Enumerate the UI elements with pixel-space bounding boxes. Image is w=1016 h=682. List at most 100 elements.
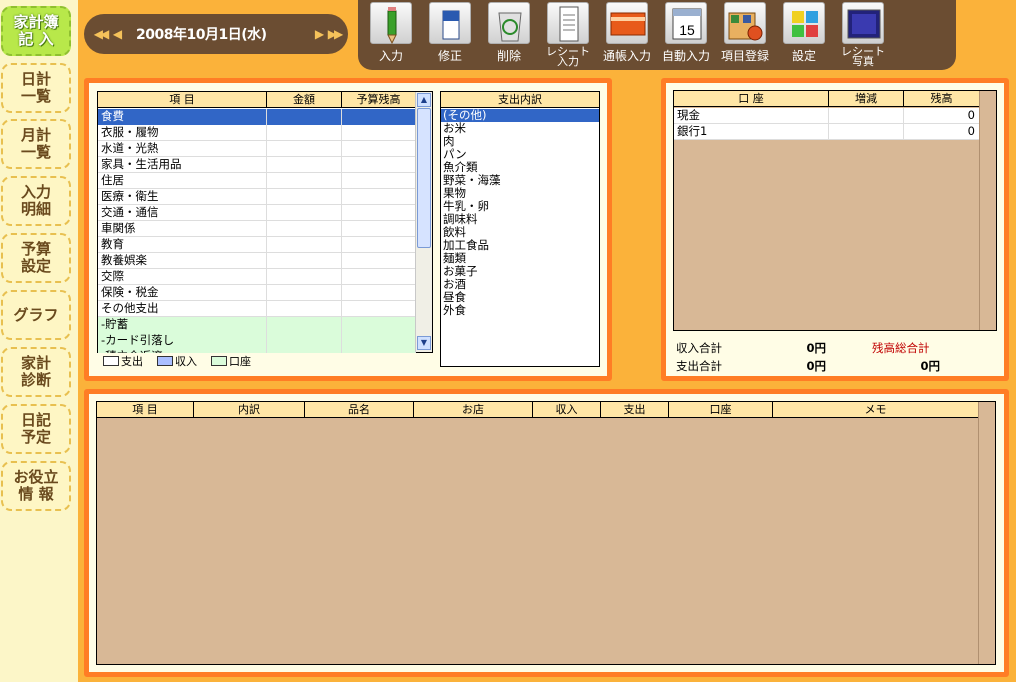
category-scrollbar[interactable]: ▲ ▼	[415, 92, 432, 352]
first-arrow-icon[interactable]: ◀◀	[92, 27, 109, 41]
column-header-budget-remaining[interactable]: 予算残高	[342, 92, 416, 108]
account-change	[829, 108, 904, 124]
column-header-product-name[interactable]: 品名	[305, 402, 414, 418]
category-row[interactable]: 食費	[98, 109, 416, 125]
income-total-row: 収入合計 0円 残高総合計	[676, 340, 996, 356]
category-row[interactable]: 家具・生活用品	[98, 157, 416, 173]
category-budget-remaining	[342, 221, 416, 237]
settings-label: 設定	[791, 49, 816, 63]
receipt-photo-label: レシート 写真	[841, 45, 885, 68]
category-legend: 支出 収入 口座	[99, 354, 251, 368]
scroll-up-icon[interactable]: ▲	[417, 93, 431, 107]
nav-tab-label: 予算 設定	[20, 240, 51, 275]
category-row[interactable]: 水道・光熱	[98, 141, 416, 157]
receipt-photo-button[interactable]: レシート 写真	[830, 0, 888, 70]
column-header-income[interactable]: 収入	[533, 402, 601, 418]
subcategory-item[interactable]: 外食	[441, 304, 599, 317]
category-row[interactable]: 車関係	[98, 221, 416, 237]
account-row[interactable]: 現金 0	[674, 108, 980, 124]
detail-panel: 項 目 内訳 品名 お店 収入 支出 口座 メモ	[84, 389, 1009, 677]
expense-total-label: 支出合計	[676, 359, 722, 373]
nav-tab-graph[interactable]: グラフ	[1, 290, 71, 340]
nav-tab-monthly-list[interactable]: 月計 一覧	[1, 119, 71, 169]
nav-tab-label: 日計 一覧	[20, 70, 51, 105]
input-label: 入力	[378, 49, 403, 63]
category-amount	[267, 237, 342, 253]
subcategory-list: 支出内訳 (その他) お米肉パン 魚介類 野菜・海藻 果物 牛乳・卵 調味料 飲料 加工食品 麺類…	[440, 91, 600, 367]
column-header-amount[interactable]: 金額	[267, 92, 342, 108]
legend-swatch-account	[211, 356, 227, 366]
prev-arrow-icon[interactable]: ◀	[108, 27, 124, 41]
nav-tab-budget-settings[interactable]: 予算 設定	[1, 233, 71, 283]
column-header-item[interactable]: 項 目	[98, 92, 267, 108]
column-header-expense[interactable]: 支出	[601, 402, 669, 418]
settings-button[interactable]: 設定	[771, 0, 829, 70]
item-register-button[interactable]: 項目登録	[712, 0, 770, 70]
entry-panel: 項 目 金額 予算残高 食費 衣服・履物 水道・光熱 家具・生活用品 住居 医療・衛生 交通…	[84, 78, 612, 381]
legend-swatch-income	[157, 356, 173, 366]
account-grid: 口 座 増減 残高 現金 0 銀行1 0	[673, 90, 997, 331]
column-header-account[interactable]: 口座	[669, 402, 773, 418]
category-row[interactable]: 保険・税金	[98, 285, 416, 301]
category-row[interactable]: 交通・通信	[98, 205, 416, 221]
category-label: 交通・通信	[98, 205, 267, 221]
column-header-store[interactable]: お店	[414, 402, 533, 418]
legend-label-expense: 支出	[121, 355, 143, 368]
category-label: -貯蓄	[98, 317, 267, 333]
column-header-breakdown[interactable]: 内訳	[194, 402, 305, 418]
next-arrow-icon[interactable]: ▶	[310, 27, 326, 41]
nav-tab-household-diagnosis[interactable]: 家計 診断	[1, 347, 71, 397]
scroll-thumb[interactable]	[417, 108, 431, 248]
category-row[interactable]: -貯蓄	[98, 317, 416, 333]
last-arrow-icon[interactable]: ▶▶	[326, 27, 343, 41]
column-header-memo[interactable]: メモ	[773, 402, 979, 418]
current-date: 2008年10月1日(水)	[136, 27, 267, 43]
category-budget-remaining	[342, 237, 416, 253]
nav-tab-input-details[interactable]: 入力 明細	[1, 176, 71, 226]
receipt-input-button[interactable]: レシート 入力	[535, 0, 593, 70]
category-row[interactable]: -カード引落し	[98, 333, 416, 349]
category-label: 医療・衛生	[98, 189, 267, 205]
eraser-icon	[429, 2, 471, 44]
category-row[interactable]: 教育	[98, 237, 416, 253]
category-row[interactable]: -積立金返済	[98, 349, 416, 353]
subcategory-item[interactable]: お米	[441, 122, 599, 135]
nav-tab-useful-info[interactable]: お役立 情 報	[1, 461, 71, 511]
category-row[interactable]: その他支出	[98, 301, 416, 317]
column-header-balance[interactable]: 残高	[904, 91, 980, 107]
category-row[interactable]: 医療・衛生	[98, 189, 416, 205]
category-budget-remaining	[342, 333, 416, 349]
nav-tab-household-entry[interactable]: 家計簿 記 入	[1, 6, 71, 56]
passbook-input-label: 通帳入力	[602, 49, 651, 63]
column-header-change[interactable]: 増減	[829, 91, 904, 107]
nav-tab-daily-list[interactable]: 日計 一覧	[1, 63, 71, 113]
scroll-down-icon[interactable]: ▼	[417, 336, 431, 350]
item-register-label: 項目登録	[720, 49, 769, 63]
passbook-input-button[interactable]: 通帳入力	[594, 0, 652, 70]
input-button[interactable]: 入力	[358, 0, 416, 70]
category-amount	[267, 285, 342, 301]
column-header-item[interactable]: 項 目	[97, 402, 194, 418]
calendar-icon: 15	[665, 2, 707, 44]
column-header-account[interactable]: 口 座	[674, 91, 829, 107]
category-row[interactable]: 衣服・履物	[98, 125, 416, 141]
category-budget-remaining	[342, 109, 416, 125]
edit-button[interactable]: 修正	[417, 0, 475, 70]
subcategory-header: 支出内訳	[441, 92, 599, 108]
category-row[interactable]: 住居	[98, 173, 416, 189]
category-label: その他支出	[98, 301, 267, 317]
account-change	[829, 124, 904, 140]
account-name: 現金	[674, 108, 829, 124]
category-amount	[267, 189, 342, 205]
category-amount	[267, 269, 342, 285]
auto-input-button[interactable]: 15 自動入力	[653, 0, 711, 70]
category-row[interactable]: 交際	[98, 269, 416, 285]
category-label: 保険・税金	[98, 285, 267, 301]
account-row[interactable]: 銀行1 0	[674, 124, 980, 140]
category-rows: 食費 衣服・履物 水道・光熱 家具・生活用品 住居 医療・衛生 交通・通信 車関係 教育 教養娯楽…	[98, 109, 416, 353]
expense-total-value: 0円	[806, 359, 826, 373]
nav-tab-diary-schedule[interactable]: 日記 予定	[1, 404, 71, 454]
category-row[interactable]: 教養娯楽	[98, 253, 416, 269]
category-budget-remaining	[342, 125, 416, 141]
delete-button[interactable]: 削除	[476, 0, 534, 70]
